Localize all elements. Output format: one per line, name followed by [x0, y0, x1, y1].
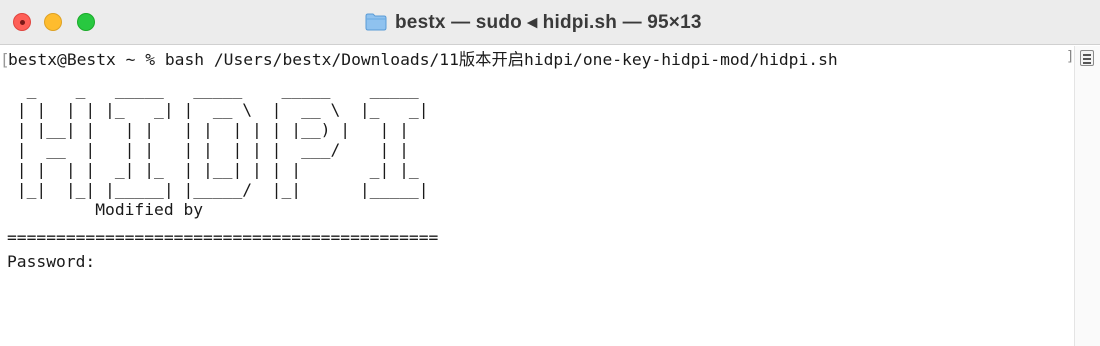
close-window-button[interactable]: [13, 13, 31, 31]
zoom-window-button[interactable]: [77, 13, 95, 31]
window-title-group: bestx — sudo ◂ hidpi.sh — 95×13: [365, 10, 702, 34]
window-title: bestx — sudo ◂ hidpi.sh — 95×13: [395, 11, 702, 33]
separator-line: ========================================…: [7, 228, 439, 247]
minimize-window-button[interactable]: [44, 13, 62, 31]
folder-icon: [365, 13, 387, 31]
title-bar[interactable]: bestx — sudo ◂ hidpi.sh — 95×13: [0, 0, 1100, 45]
terminal-window: bestx — sudo ◂ hidpi.sh — 95×13 [ bestx@…: [0, 0, 1100, 346]
close-icon: [20, 20, 25, 25]
password-prompt: Password:: [7, 252, 96, 271]
terminal-content[interactable]: [ bestx@Bestx ~ % bash /Users/bestx/Down…: [0, 46, 1074, 346]
scrollbar[interactable]: [1074, 46, 1100, 346]
marks-menu-icon[interactable]: [1080, 50, 1094, 66]
command-line: bestx@Bestx ~ % bash /Users/bestx/Downlo…: [8, 50, 838, 69]
hidpi-ascii-banner: _ _ _____ _____ _____ _____ | | | | |_ _…: [16, 80, 429, 219]
